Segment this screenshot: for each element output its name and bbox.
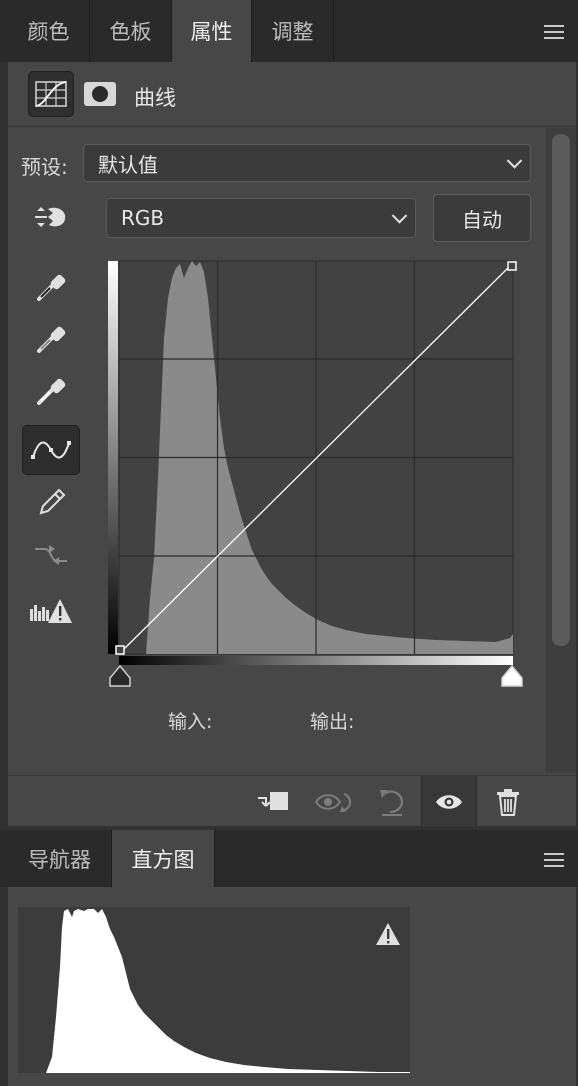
scrollbar-thumb[interactable]: [552, 134, 570, 646]
on-image-adjust-icon[interactable]: [28, 194, 74, 240]
tab-properties[interactable]: 属性: [172, 0, 252, 62]
adjustment-title: 曲线: [134, 86, 176, 110]
histogram-panel: [8, 887, 576, 1086]
preset-dropdown[interactable]: 默认值: [83, 144, 531, 182]
smooth-curve-icon[interactable]: [28, 532, 74, 578]
preset-label: 预设:: [21, 155, 68, 179]
curves-graph[interactable]: [106, 258, 526, 698]
input-label: 输入:: [168, 711, 213, 733]
white-point-eyedropper-icon[interactable]: [28, 368, 74, 414]
panel-menu-icon[interactable]: [544, 25, 564, 39]
black-input-slider[interactable]: [109, 664, 131, 687]
channel-value: RGB: [121, 206, 165, 230]
properties-scrollbar[interactable]: [546, 128, 576, 773]
tab-navigator[interactable]: 导航器: [8, 830, 112, 887]
tab-swatches[interactable]: 色板: [90, 0, 172, 62]
pencil-icon[interactable]: [28, 478, 74, 524]
preset-value: 默认值: [98, 152, 158, 177]
tab-adjustments[interactable]: 调整: [252, 0, 334, 62]
reset-icon[interactable]: [374, 786, 408, 818]
properties-panel: 曲线 预设: 默认值 RGB 自动 输入: 输出:: [8, 62, 576, 827]
histogram-graph: [18, 907, 410, 1073]
white-input-slider[interactable]: [501, 664, 523, 687]
curve-white-point[interactable]: [507, 261, 517, 271]
chevron-down-icon: [506, 153, 523, 169]
properties-header: 曲线: [8, 62, 576, 127]
adjustment-curves-icon[interactable]: [28, 71, 74, 117]
delete-icon[interactable]: [494, 787, 522, 817]
gray-point-eyedropper-icon[interactable]: [28, 316, 74, 362]
curve-black-point[interactable]: [115, 645, 125, 655]
output-label: 输出:: [310, 711, 355, 733]
bottom-tab-bar: 导航器 直方图: [0, 830, 578, 887]
black-point-eyedropper-icon[interactable]: [28, 264, 74, 310]
tab-color[interactable]: 颜色: [8, 0, 90, 62]
clip-to-layer-icon[interactable]: [252, 788, 292, 816]
output-gradient-bar: [108, 261, 118, 654]
layer-mask-icon[interactable]: [84, 82, 116, 106]
top-tab-bar: 颜色 色板 属性 调整: [0, 0, 578, 62]
view-previous-state-icon[interactable]: [312, 788, 356, 816]
auto-button[interactable]: 自动: [433, 194, 531, 242]
input-gradient-bar: [119, 656, 513, 665]
curve-points-icon[interactable]: [22, 425, 80, 475]
tab-histogram[interactable]: 直方图: [112, 830, 215, 887]
clipping-warning-icon[interactable]: [28, 588, 74, 634]
panel-menu-icon[interactable]: [544, 853, 564, 867]
properties-footer: [8, 775, 576, 827]
chevron-down-icon: [391, 208, 408, 224]
visibility-eye-icon[interactable]: [421, 776, 477, 827]
channel-dropdown[interactable]: RGB: [106, 198, 416, 238]
